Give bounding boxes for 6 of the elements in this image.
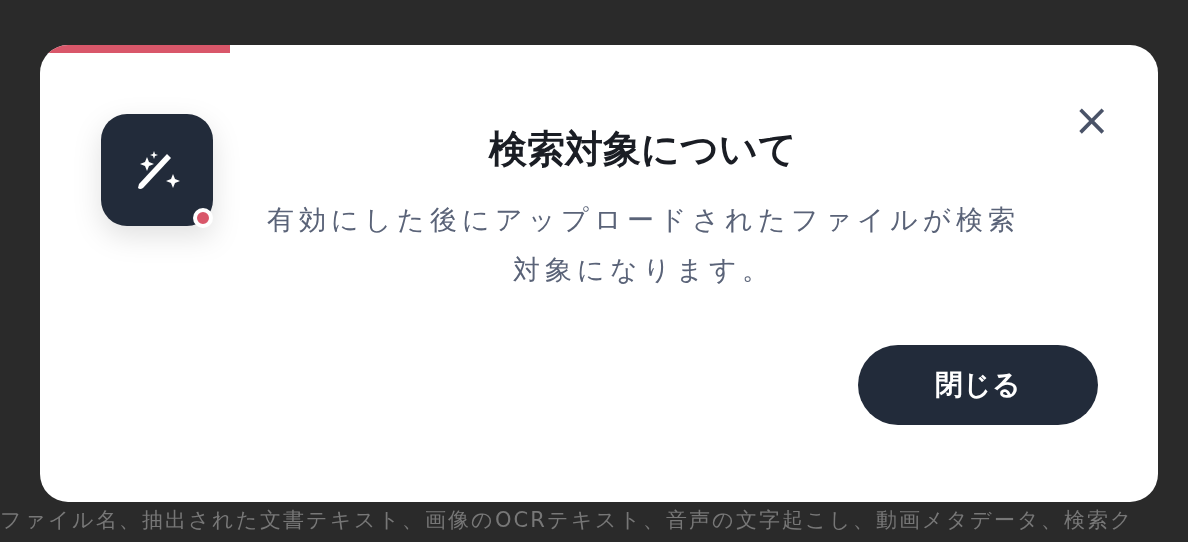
dialog-message: 有効にした後にアップロードされたファイルが検索対象になります。	[265, 203, 1021, 287]
magic-wand-icon	[138, 151, 180, 189]
dialog-title: 検索対象について	[489, 126, 798, 173]
background-text: ファイル名、抽出された文書テキスト、画像のOCRテキスト、音声の文字起こし、動画メタデータ、検索ク	[0, 507, 1135, 534]
close-button[interactable]: ×	[1073, 100, 1110, 140]
close-dialog-button[interactable]: 閉じる	[858, 345, 1098, 425]
